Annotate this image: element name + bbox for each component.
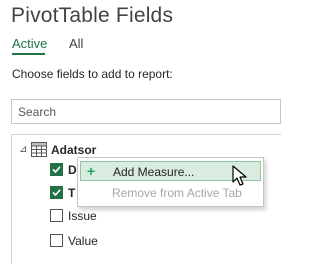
plus-icon: + — [87, 163, 96, 179]
field-checkbox-d[interactable] — [50, 163, 63, 176]
tab-active[interactable]: Active — [12, 36, 47, 51]
menu-item-label: Add Measure... — [113, 165, 195, 179]
field-label-d: D — [68, 163, 77, 177]
field-label-issue: Issue — [68, 209, 97, 223]
checkmark-icon — [52, 189, 61, 197]
field-label-value: Value — [68, 234, 98, 248]
table-icon — [31, 142, 47, 157]
context-menu: + Add Measure... Remove from Active Tab — [77, 157, 264, 207]
field-checkbox-value[interactable] — [50, 234, 63, 247]
search-input[interactable] — [12, 100, 280, 123]
collapse-toggle-icon[interactable]: ⊿ — [19, 144, 29, 156]
checkmark-icon — [52, 166, 61, 174]
field-checkbox-issue[interactable] — [50, 209, 63, 222]
instruction-text: Choose fields to add to report: — [12, 67, 173, 81]
tab-all[interactable]: All — [69, 36, 83, 51]
field-checkbox-t[interactable] — [50, 186, 63, 199]
search-box — [11, 99, 281, 124]
menu-item-label: Remove from Active Tab — [112, 186, 242, 200]
menu-item-add-measure[interactable]: + Add Measure... — [80, 161, 261, 181]
active-tab-indicator — [12, 53, 45, 55]
pane-title: PivotTable Fields — [11, 4, 174, 27]
menu-item-remove-from-active-tab[interactable]: Remove from Active Tab — [80, 183, 261, 203]
field-label-t: T — [68, 186, 76, 200]
table-name[interactable]: Adatsor — [51, 143, 96, 157]
